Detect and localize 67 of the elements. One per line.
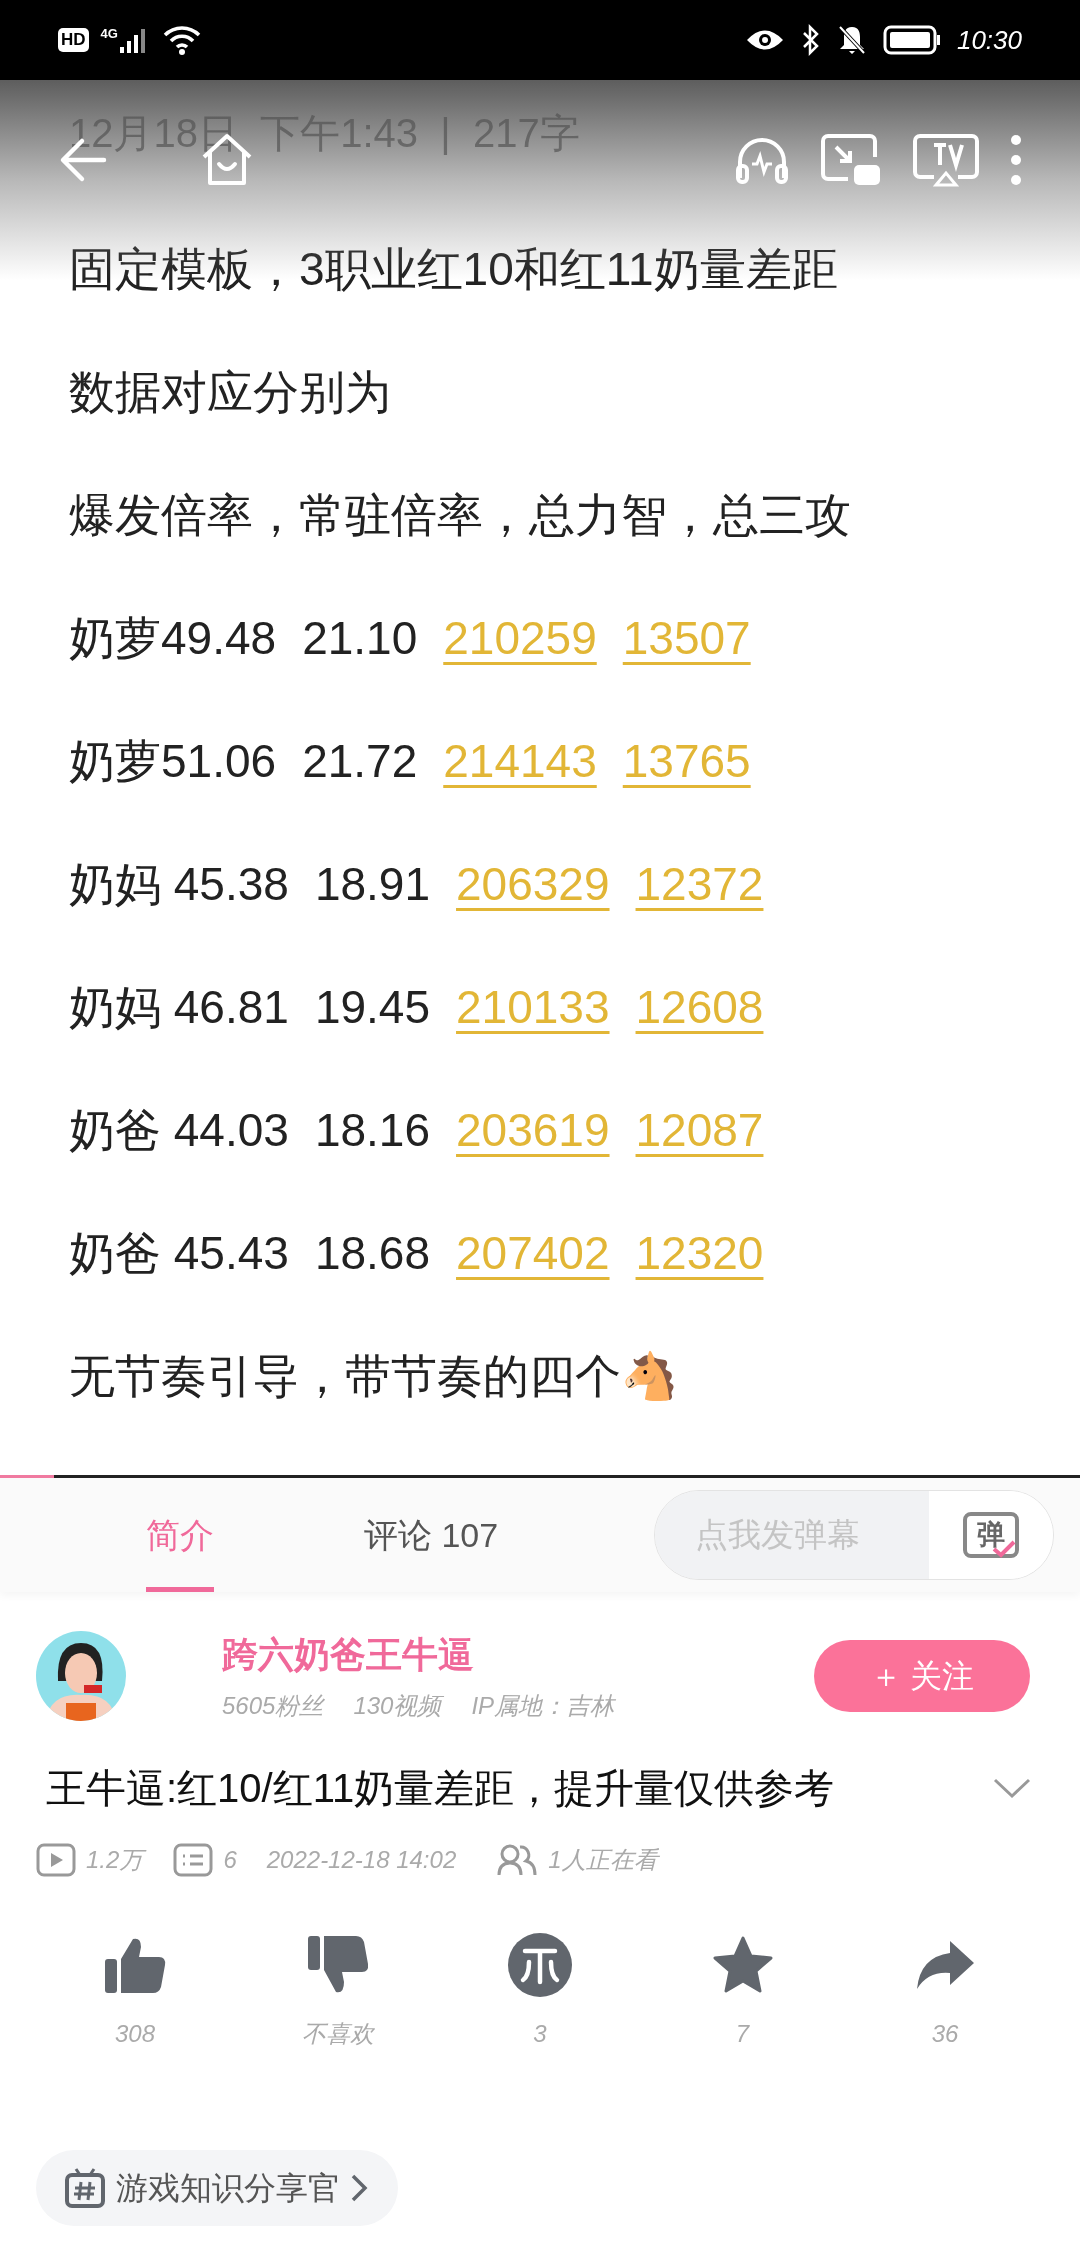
author-name[interactable]: 跨六奶爸王牛逼 [222,1628,615,1682]
note-text: 奶爸 45.43 [69,1226,289,1281]
hd-badge: HD [58,28,89,52]
action-label[interactable]: 7 [735,2016,750,2052]
note-line: 固定模板，3职业红10和红11奶量差距 [69,242,838,297]
action-label[interactable]: 3 [533,2016,547,2052]
action-label[interactable]: 36 [931,2016,959,2052]
network-label: 4G [100,27,118,40]
author-stat: 5605粉丝 [222,1691,324,1721]
people-icon [496,1843,539,1877]
muted-bell-icon [836,24,867,56]
clock: 10:30 [956,23,1022,57]
author-stat: 130视频 [353,1691,442,1721]
note-line: 数据对应分别为 [69,365,391,420]
chevron-right-icon [350,2173,368,2203]
highlighted-number: 13507 [622,611,751,666]
tab[interactable]: 简介 [146,1478,214,1592]
action-label[interactable]: 不喜欢 [301,2016,374,2052]
bluetooth-icon [800,24,821,56]
tag-label: 游戏知识分享官 [116,2169,340,2208]
chevron-down-icon [992,1776,1032,1800]
highlighted-number: 214143 [443,734,597,789]
highlighted-number: 206329 [456,857,610,912]
picture-in-picture-icon [820,133,882,187]
highlighted-number: 207402 [456,1226,610,1281]
cast-tv-icon [912,133,980,187]
note-text: 18.91 [314,857,431,912]
author-stat: IP属地：吉林 [471,1691,615,1721]
note-text: 奶妈 45.38 [69,857,289,912]
highlighted-number: 12087 [635,1103,764,1158]
highlighted-number: 12372 [635,857,764,912]
note-text: 18.68 [314,1226,431,1281]
tab[interactable]: 评论 107 [364,1478,499,1592]
danmaku-count: 6 [223,1845,237,1875]
topic-tag[interactable]: 游戏知识分享官 [36,2150,398,2226]
play-icon [36,1843,76,1877]
highlighted-number: 210133 [456,980,610,1035]
progress-track[interactable] [0,1475,1080,1478]
note-line: 无节奏引导，带节奏的四个🐴 [69,1349,678,1404]
danmaku-list-icon [173,1843,214,1877]
highlighted-number: 12320 [635,1226,764,1281]
note-text: 18.16 [314,1103,431,1158]
video-title: 王牛逼:红10/红11奶量差距，提升量仅供参考 [46,1765,835,1812]
note-text: 21.72 [302,734,418,789]
highlighted-number: 12608 [635,980,764,1035]
note-text: 19.45 [314,980,431,1035]
hashtag-icon [64,2167,106,2209]
watching-count: 1人正在看 [548,1845,658,1875]
coin-icon [507,1932,573,1998]
more-icon [1010,134,1022,186]
highlighted-number: 13765 [622,734,751,789]
publish-date: 2022-12-18 14:02 [266,1845,457,1875]
share-icon [914,1939,976,1991]
note-text: 奶萝51.06 [69,734,277,789]
note-text: 奶妈 46.81 [69,980,289,1035]
note-text: 21.10 [302,611,418,666]
follow-button[interactable]: ＋ 关注 [814,1640,1030,1712]
battery-icon [882,25,941,55]
highlighted-number: 203619 [456,1103,610,1158]
note-text: 奶爸 44.03 [69,1103,289,1158]
video-frame[interactable] [0,80,1080,1478]
note-line: 爆发倍率，常驻倍率，总力智，总三攻 [69,488,851,543]
note-text: 奶萝49.48 [69,611,277,666]
star-icon [711,1935,774,1995]
action-label[interactable]: 308 [114,2016,155,2052]
highlighted-number: 210259 [443,611,597,666]
wifi-icon [161,25,202,55]
